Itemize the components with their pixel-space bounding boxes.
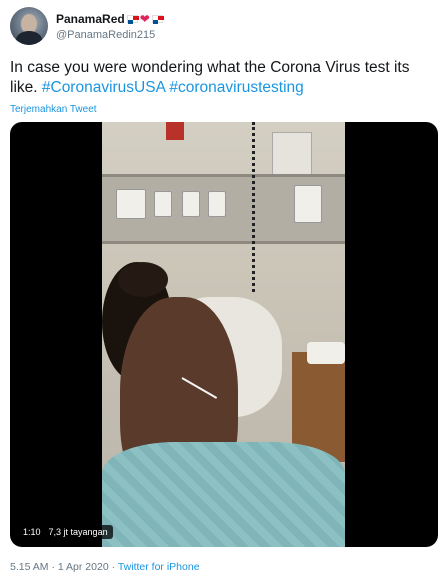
tweet-footer: 5.15 AM · 1 Apr 2020 · Twitter for iPhon…	[10, 561, 200, 573]
author-names: PanamaRed ❤ @PanamaRedin215	[56, 12, 164, 41]
tweet-header: PanamaRed ❤ @PanamaRedin215	[10, 6, 164, 46]
tweet-time[interactable]: 5.15 AM	[10, 561, 49, 573]
panama-flag-icon	[151, 15, 164, 24]
tweet-card: PanamaRed ❤ @PanamaRedin215 In case you …	[0, 0, 448, 582]
hashtag-coronavirususa[interactable]: #CoronavirusUSA	[42, 79, 165, 96]
tweet-text: In case you were wondering what the Coro…	[10, 58, 440, 98]
video-info-badge: 1:10 7,3 jt tayangan	[18, 525, 113, 539]
separator: ·	[51, 561, 55, 573]
panama-flag-icon	[126, 15, 139, 24]
video-duration: 1:10	[23, 527, 41, 537]
video-frame	[102, 122, 345, 547]
separator: ·	[111, 561, 116, 573]
hashtag-coronavirustesting[interactable]: #coronavirustesting	[169, 79, 303, 96]
tweet-source[interactable]: Twitter for iPhone	[118, 561, 200, 573]
tweet-date[interactable]: 1 Apr 2020	[58, 561, 109, 573]
avatar[interactable]	[10, 7, 48, 45]
video-views: 7,3 jt tayangan	[48, 527, 108, 537]
translate-tweet-link[interactable]: Terjemahkan Tweet	[10, 104, 97, 115]
display-name[interactable]: PanamaRed	[56, 12, 125, 26]
red-heart-icon: ❤	[139, 12, 150, 26]
user-handle[interactable]: @PanamaRedin215	[56, 29, 163, 41]
display-name-row[interactable]: PanamaRed ❤	[56, 12, 164, 27]
video-player[interactable]: 1:10 7,3 jt tayangan	[10, 122, 438, 547]
